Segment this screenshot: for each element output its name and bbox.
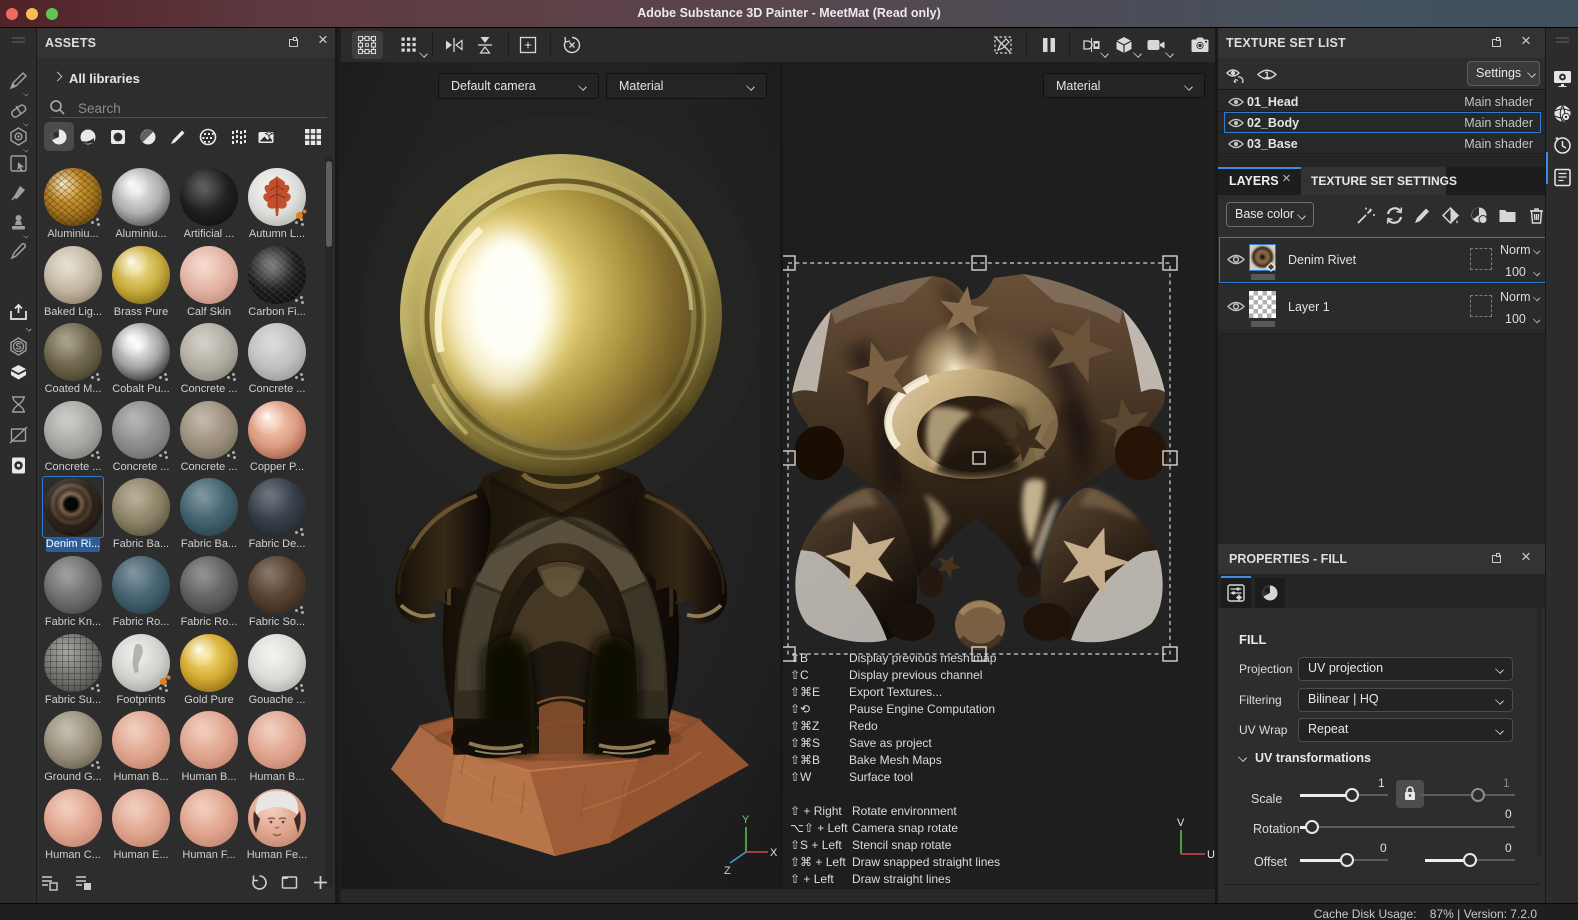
svg-text:Y: Y bbox=[742, 814, 750, 826]
svg-text:Z: Z bbox=[724, 865, 731, 877]
svg-text:X: X bbox=[770, 847, 778, 859]
svg-text:V: V bbox=[1177, 817, 1185, 829]
svg-text:U: U bbox=[1207, 849, 1215, 861]
svg-text:S: S bbox=[15, 342, 21, 352]
svg-text:1: 1 bbox=[1264, 70, 1270, 81]
